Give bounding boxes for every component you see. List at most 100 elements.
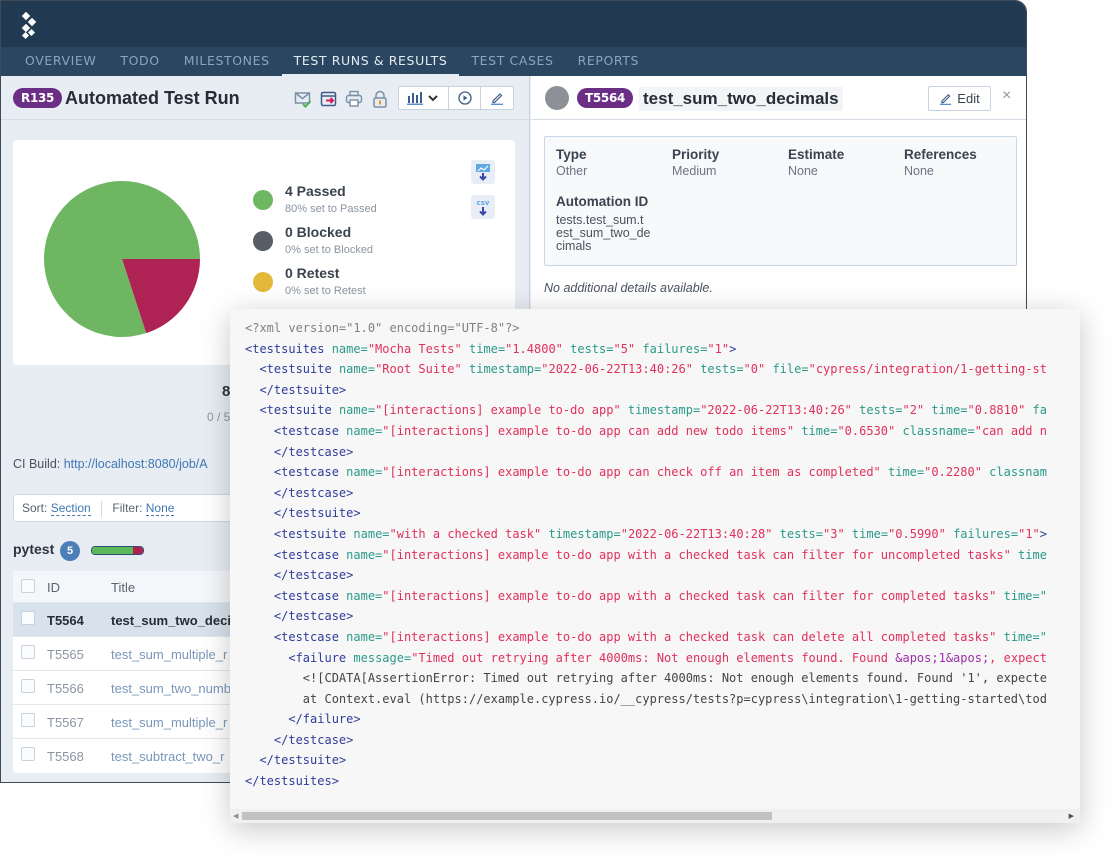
- filter-link[interactable]: None: [145, 501, 175, 516]
- code-token-tag: <testcase: [273, 629, 347, 644]
- code-token-tag: </testsuites>: [245, 774, 339, 789]
- code-line: </testsuite>: [245, 750, 1047, 771]
- horizontal-scrollbar[interactable]: ◀ ▶: [230, 809, 1080, 823]
- case-header: T5564 test_sum_two_decimals Edit ×: [531, 76, 1026, 120]
- legend-dot-retest: [253, 272, 273, 292]
- code-token-val: "0.8810": [967, 403, 1026, 418]
- export-image-button[interactable]: [471, 160, 495, 184]
- row-checkbox[interactable]: [21, 713, 35, 727]
- row-title[interactable]: test_subtract_two_r: [111, 749, 224, 764]
- sort-link[interactable]: Section: [50, 501, 91, 516]
- row-checkbox[interactable]: [21, 611, 35, 625]
- code-token-tag: </failure>: [288, 712, 361, 727]
- code-line: <testcase name="[interactions] example t…: [245, 627, 1047, 648]
- code-token-attr: name=: [346, 423, 383, 438]
- logo-icon[interactable]: [21, 11, 41, 40]
- pencil-icon: [940, 93, 952, 105]
- code-token-ent: &apos;1&apos;: [895, 650, 990, 665]
- run-id-badge: R135: [13, 88, 63, 108]
- sort-label: Sort:: [22, 501, 48, 515]
- run-play-button[interactable]: [449, 87, 481, 109]
- scroll-left-icon[interactable]: ◀: [233, 812, 238, 820]
- code-line: at Context.eval (https://example.cypress…: [245, 689, 1047, 710]
- edit-button[interactable]: Edit: [928, 86, 991, 111]
- xml-code: <?xml version="1.0" encoding="UTF-8"?> <t…: [245, 318, 1047, 792]
- status-indicator[interactable]: [545, 86, 569, 110]
- code-token-attr: name=: [346, 465, 383, 480]
- lock-icon[interactable]: [371, 90, 389, 108]
- code-token-attr: fa: [1025, 403, 1048, 418]
- code-token-attr: timestamp=: [541, 526, 621, 541]
- row-title[interactable]: test_sum_multiple_r: [111, 647, 227, 662]
- run-edit-button[interactable]: [481, 87, 513, 109]
- email-check-icon[interactable]: [294, 90, 312, 108]
- scroll-right-icon[interactable]: ▶: [1069, 812, 1074, 820]
- row-title[interactable]: test_sum_multiple_r: [111, 715, 227, 730]
- code-token-tag: </testcase>: [273, 568, 354, 583]
- code-token-val: "0": [743, 362, 766, 377]
- nav-test-runs[interactable]: TEST RUNS & RESULTS: [281, 47, 460, 76]
- scrollbar-thumb[interactable]: [242, 812, 772, 820]
- code-token-attr: time=: [794, 423, 838, 438]
- code-token-val: "1.4800": [505, 341, 563, 356]
- nav-reports[interactable]: REPORTS: [566, 47, 652, 76]
- row-id: T5567: [47, 715, 84, 730]
- ci-build-link[interactable]: http://localhost:8080/job/A: [64, 457, 208, 471]
- row-id: T5564: [47, 613, 84, 628]
- nav-todo[interactable]: TODO: [108, 47, 171, 76]
- code-token-val: "[interactions] example to-do app can ad…: [382, 423, 795, 438]
- code-token-attr: time=: [461, 341, 506, 356]
- code-token-tag: <testsuite: [259, 362, 339, 377]
- row-title[interactable]: test_sum_two_numb: [111, 681, 231, 696]
- export-csv-button[interactable]: csv: [471, 195, 495, 219]
- ci-build: CI Build: http://localhost:8080/job/A: [13, 457, 208, 471]
- filter-label: Filter:: [112, 501, 143, 515]
- code-token-attr: time=": [996, 629, 1047, 644]
- section-count-badge: 5: [60, 541, 80, 561]
- select-all-checkbox[interactable]: [21, 579, 35, 593]
- row-checkbox[interactable]: [21, 645, 35, 659]
- close-icon[interactable]: ×: [1002, 87, 1011, 105]
- row-id: T5566: [47, 681, 84, 696]
- nav-milestones[interactable]: MILESTONES: [172, 47, 282, 76]
- row-title[interactable]: test_sum_two_deci: [111, 613, 231, 628]
- progress-failed: [132, 547, 143, 554]
- code-line: </testcase>: [245, 730, 1047, 751]
- print-icon[interactable]: [345, 90, 363, 108]
- row-checkbox[interactable]: [21, 679, 35, 693]
- code-token-attr: tests=: [562, 341, 614, 356]
- code-token-attr: time=": [996, 588, 1047, 603]
- csv-label: csv: [477, 199, 490, 207]
- code-token-attr: time=: [844, 526, 889, 541]
- no-details-text: No additional details available.: [544, 281, 713, 295]
- code-token-val: "2022-06-22T13:40:28": [620, 526, 773, 541]
- nav-test-cases[interactable]: TEST CASES: [459, 47, 565, 76]
- code-token-attr: classname=: [895, 423, 975, 438]
- top-bar: [1, 1, 1026, 47]
- code-token-tag: <testcase: [273, 588, 347, 603]
- row-checkbox[interactable]: [21, 747, 35, 761]
- code-token-attr: file=: [765, 362, 809, 377]
- case-title: test_sum_two_decimals: [639, 87, 843, 111]
- header-id: ID: [47, 580, 60, 595]
- export-icon[interactable]: [320, 90, 338, 108]
- code-token-tag: </testcase>: [273, 444, 354, 459]
- code-token-attr: tests=: [772, 526, 824, 541]
- charts-dropdown-button[interactable]: [399, 87, 449, 109]
- run-title: Automated Test Run: [65, 88, 240, 108]
- nav-overview[interactable]: OVERVIEW: [13, 47, 108, 76]
- code-token-val: "1": [707, 341, 730, 356]
- code-token-val: "can add n: [974, 423, 1047, 438]
- progress-passed: [92, 547, 133, 554]
- code-token-val: "2022-06-22T13:40:26": [700, 403, 852, 418]
- code-line: <testsuite name="with a checked task" ti…: [245, 524, 1047, 545]
- legend-dot-blocked: [253, 231, 273, 251]
- legend-label: 0 Retest: [285, 265, 340, 281]
